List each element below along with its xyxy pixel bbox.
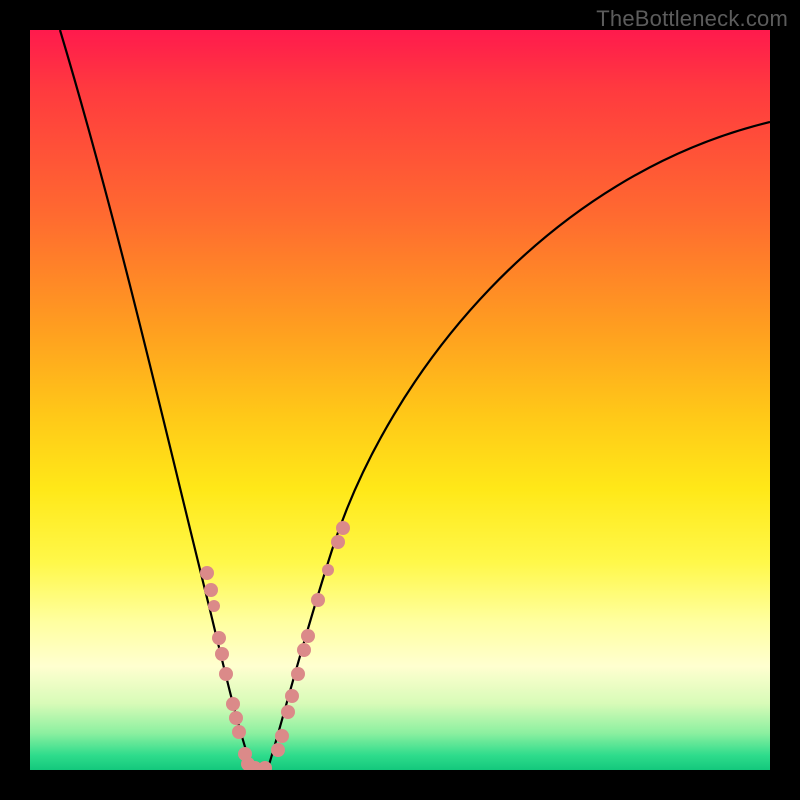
curve-right-branch bbox=[268, 122, 770, 768]
data-point-bead bbox=[219, 667, 233, 681]
beads-right-group bbox=[271, 521, 350, 757]
data-point-bead bbox=[208, 600, 220, 612]
data-point-bead bbox=[291, 667, 305, 681]
watermark-text: TheBottleneck.com bbox=[596, 6, 788, 32]
beads-left-group bbox=[200, 566, 272, 770]
chart-plot-area bbox=[30, 30, 770, 770]
data-point-bead bbox=[275, 729, 289, 743]
data-point-bead bbox=[271, 743, 285, 757]
data-point-bead bbox=[322, 564, 334, 576]
data-point-bead bbox=[200, 566, 214, 580]
data-point-bead bbox=[212, 631, 226, 645]
data-point-bead bbox=[226, 697, 240, 711]
data-point-bead bbox=[297, 643, 311, 657]
data-point-bead bbox=[204, 583, 218, 597]
data-point-bead bbox=[229, 711, 243, 725]
chart-svg bbox=[30, 30, 770, 770]
data-point-bead bbox=[336, 521, 350, 535]
data-point-bead bbox=[331, 535, 345, 549]
data-point-bead bbox=[311, 593, 325, 607]
data-point-bead bbox=[232, 725, 246, 739]
data-point-bead bbox=[285, 689, 299, 703]
data-point-bead bbox=[215, 647, 229, 661]
data-point-bead bbox=[281, 705, 295, 719]
data-point-bead bbox=[301, 629, 315, 643]
